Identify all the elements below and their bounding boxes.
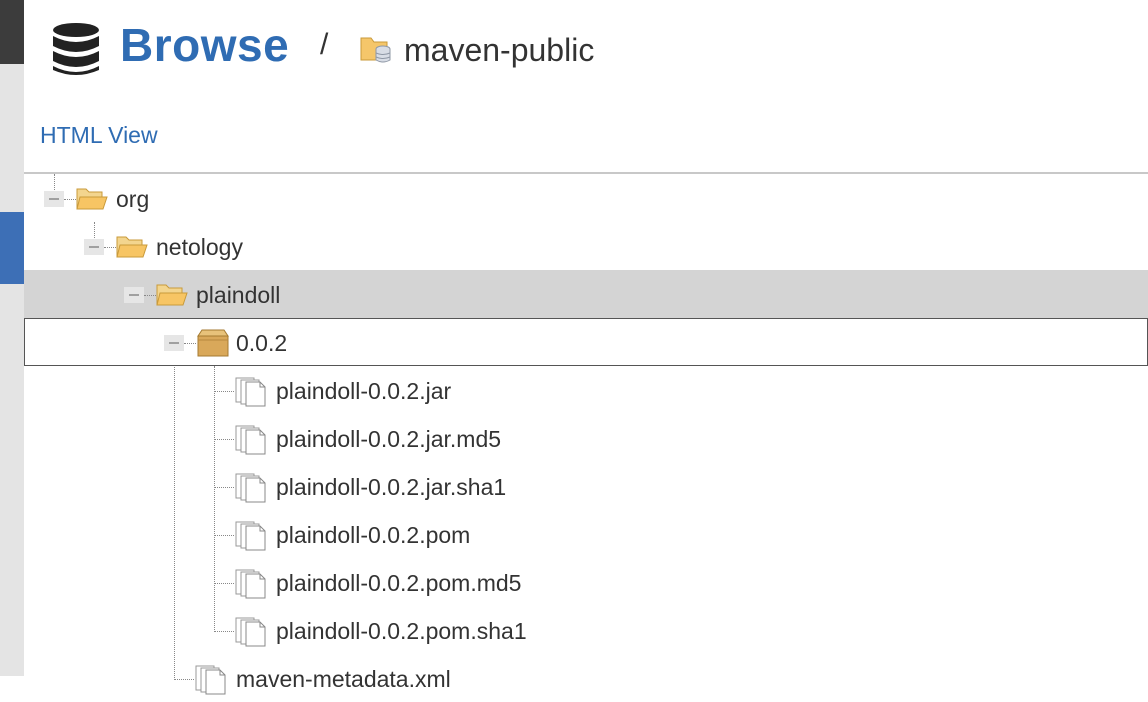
tree-node-netology[interactable]: netology xyxy=(24,222,1148,270)
file-icon xyxy=(235,377,266,407)
left-gutter-top xyxy=(0,0,24,64)
tree-node-file[interactable]: plaindoll-0.0.2.pom.md5 xyxy=(24,558,1148,606)
collapse-toggle-icon[interactable] xyxy=(44,191,64,207)
breadcrumb-separator: / xyxy=(320,28,329,61)
folder-open-icon xyxy=(156,284,188,306)
tree-node-plaindoll[interactable]: plaindoll xyxy=(24,270,1148,318)
tree-node-label: maven-metadata.xml xyxy=(236,666,451,692)
collapse-toggle-icon[interactable] xyxy=(164,335,184,351)
tree-node-label: 0.0.2 xyxy=(236,330,288,356)
tree-node-label: plaindoll-0.0.2.pom.sha1 xyxy=(276,618,527,644)
left-gutter-active-marker xyxy=(0,212,24,284)
breadcrumb-repository: maven-public xyxy=(404,32,595,68)
file-icon xyxy=(235,617,266,647)
tree-node-file[interactable]: plaindoll-0.0.2.pom.sha1 xyxy=(24,606,1148,654)
folder-open-icon xyxy=(76,188,108,210)
tree-node-file[interactable]: plaindoll-0.0.2.jar.md5 xyxy=(24,414,1148,462)
tree-node-file[interactable]: plaindoll-0.0.2.pom xyxy=(24,510,1148,558)
tree-node-file[interactable]: maven-metadata.xml xyxy=(24,654,1148,702)
tree-node-label: plaindoll-0.0.2.jar.md5 xyxy=(276,426,502,452)
tree-node-org[interactable]: org xyxy=(24,174,1148,222)
file-icon xyxy=(235,521,266,551)
collapse-toggle-icon[interactable] xyxy=(84,239,104,255)
file-icon xyxy=(235,425,266,455)
tree-node-label: plaindoll-0.0.2.jar xyxy=(276,378,452,404)
collapse-toggle-icon[interactable] xyxy=(124,287,144,303)
repository-tree: org netology plaindoll 0.0.2 plaindoll-0… xyxy=(24,174,1148,695)
page-header: Browse / maven-public xyxy=(24,0,1148,100)
package-icon xyxy=(197,329,229,357)
tree-node-label: plaindoll xyxy=(196,282,281,308)
folder-open-icon xyxy=(116,236,148,258)
file-icon xyxy=(195,665,226,695)
tree-node-label: org xyxy=(116,186,150,212)
breadcrumb-browse[interactable]: Browse xyxy=(120,18,289,72)
tree-node-label: plaindoll-0.0.2.pom xyxy=(276,522,471,548)
tree-node-file[interactable]: plaindoll-0.0.2.jar xyxy=(24,366,1148,414)
left-gutter xyxy=(0,0,24,676)
database-icon xyxy=(53,23,99,75)
tree-node-version[interactable]: 0.0.2 xyxy=(24,318,1148,366)
tree-node-label: netology xyxy=(156,234,243,260)
tree-node-label: plaindoll-0.0.2.jar.sha1 xyxy=(276,474,507,500)
folder-database-icon xyxy=(360,37,391,63)
html-view-link[interactable]: HTML View xyxy=(40,122,158,149)
tree-node-label: plaindoll-0.0.2.pom.md5 xyxy=(276,570,522,596)
file-icon xyxy=(235,569,266,599)
file-icon xyxy=(235,473,266,503)
tree-node-file[interactable]: plaindoll-0.0.2.jar.sha1 xyxy=(24,462,1148,510)
